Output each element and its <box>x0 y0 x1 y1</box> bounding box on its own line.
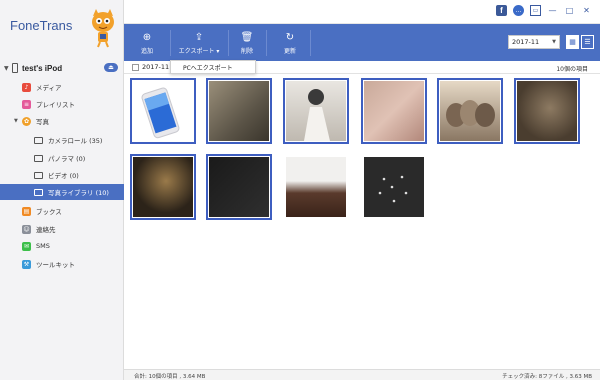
add-button-label: 追加 <box>140 47 153 55</box>
camera-icon <box>34 136 43 144</box>
export-button[interactable]: ⇪ エクスポート ▾ <box>176 27 222 59</box>
kittens-photo-icon <box>446 100 495 127</box>
playlist-icon: ≡ <box>22 99 31 109</box>
camera-icon <box>34 171 43 179</box>
eject-icon[interactable]: ⏏ <box>104 63 118 72</box>
feedback-icon[interactable]: ▭ <box>530 5 541 16</box>
sidebar-item-panorama[interactable]: パノラマ (0) <box>0 150 124 166</box>
trash-icon: 🗑 <box>240 31 254 43</box>
toolbar: ⊕ 追加 ⇪ エクスポート ▾ 🗑 削除 ↻ 更新 2017-11 ▼ ▦ ☰ <box>124 24 600 61</box>
sidebar-item-label: 写真 <box>36 118 49 126</box>
plus-circle-icon: ⊕ <box>142 31 152 43</box>
expand-arrow-icon[interactable]: ▼ <box>4 65 12 72</box>
list-view-icon[interactable]: ☰ <box>581 35 594 49</box>
toolbar-divider <box>170 30 171 56</box>
music-note-icon: ♪ <box>22 82 31 92</box>
photo-thumbnail[interactable] <box>361 78 427 144</box>
toolkit-icon: ⚒ <box>22 259 31 269</box>
sidebar-item-label: メディア <box>36 84 62 92</box>
book-icon: ▤ <box>22 206 31 216</box>
maximize-icon[interactable]: □ <box>564 5 575 16</box>
refresh-icon: ↻ <box>285 31 295 43</box>
toolbar-divider <box>228 30 229 56</box>
status-checked: チェック済み: 8ファイル , 3.63 MB <box>502 374 592 380</box>
grid-view-icon[interactable]: ▦ <box>566 35 579 49</box>
export-label-text: エクスポート <box>178 47 215 55</box>
app-logo-text: FoneTrans <box>10 18 73 33</box>
sidebar-item-label: SMS <box>36 242 50 250</box>
person-photo-icon <box>304 89 330 141</box>
photo-thumbnail[interactable] <box>364 157 424 217</box>
ipod-icon <box>12 63 18 73</box>
sidebar-item-label: 写真ライブラリ (10) <box>48 189 109 197</box>
photo-thumbnail[interactable] <box>206 154 272 220</box>
sidebar-item-label: 連絡先 <box>36 226 56 234</box>
camera-icon <box>34 154 43 162</box>
sidebar-item-photo-library[interactable]: 写真ライブラリ (10) <box>0 184 124 200</box>
sidebar-item-toolkit[interactable]: ⚒ ツールキット <box>0 256 124 272</box>
expand-arrow-icon[interactable]: ▼ <box>14 118 22 124</box>
sidebar-item-label: ブックス <box>36 208 62 216</box>
sidebar-item-playlists[interactable]: ≡ プレイリスト <box>0 96 124 112</box>
export-button-label: エクスポート ▾ <box>178 47 220 55</box>
sidebar: FoneTrans ▼ test's iPod ⏏ ♪ メディア ≡ プレイリス… <box>0 0 124 380</box>
delete-button[interactable]: 🗑 削除 <box>236 27 258 59</box>
photo-thumbnail[interactable] <box>206 78 272 144</box>
export-share-icon: ⇪ <box>194 31 204 43</box>
sidebar-item-books[interactable]: ▤ ブックス <box>0 203 124 219</box>
toolbar-divider <box>266 30 267 56</box>
chevron-down-icon: ▼ <box>552 39 556 45</box>
camera-icon <box>34 188 43 196</box>
photo-thumbnail[interactable] <box>437 78 503 144</box>
sidebar-item-camera-roll[interactable]: カメラロール (35) <box>0 132 124 148</box>
photo-thumbnail[interactable] <box>130 78 196 144</box>
device-row[interactable]: ▼ test's iPod ⏏ <box>4 61 120 75</box>
mascot-logo-icon <box>92 9 114 48</box>
photo-thumbnail[interactable] <box>283 78 349 144</box>
refresh-button-label: 更新 <box>283 47 296 55</box>
group-date: 2017-11 <box>142 63 170 71</box>
status-total: 合計: 10個の項目 , 3.64 MB <box>134 374 206 380</box>
sidebar-item-contacts[interactable]: ☺ 連絡先 <box>0 221 124 237</box>
sidebar-item-label: ツールキット <box>36 261 75 269</box>
select-all-checkbox[interactable] <box>132 64 139 71</box>
sidebar-item-photos[interactable]: ▼ ✿ 写真 <box>0 113 124 129</box>
sidebar-item-label: カメラロール (35) <box>48 137 103 145</box>
date-filter-value: 2017-11 <box>512 38 540 46</box>
sidebar-item-sms[interactable]: ✉ SMS <box>0 238 124 254</box>
close-icon[interactable]: ✕ <box>581 5 592 16</box>
sidebar-item-label: ビデオ (0) <box>48 172 79 180</box>
photo-thumbnail[interactable] <box>130 154 196 220</box>
photos-flower-icon: ✿ <box>22 116 31 126</box>
facebook-icon[interactable]: f <box>496 5 507 16</box>
status-bar: 合計: 10個の項目 , 3.64 MB チェック済み: 8ファイル , 3.6… <box>124 369 600 380</box>
group-count: 10個の項目 <box>556 66 588 73</box>
sidebar-item-label: プレイリスト <box>36 101 75 109</box>
title-bar: f … ▭ — □ ✕ <box>124 0 600 24</box>
add-button[interactable]: ⊕ 追加 <box>136 27 158 59</box>
refresh-button[interactable]: ↻ 更新 <box>278 27 302 59</box>
window-controls: f … ▭ — □ ✕ <box>496 5 592 16</box>
sidebar-item-media[interactable]: ♪ メディア <box>0 79 124 95</box>
chat-icon[interactable]: … <box>513 5 524 16</box>
device-name: test's iPod <box>22 63 63 73</box>
message-bubble-icon: ✉ <box>22 241 31 251</box>
contacts-icon: ☺ <box>22 224 31 234</box>
date-filter-select[interactable]: 2017-11 ▼ <box>508 35 560 49</box>
photo-thumbnail[interactable] <box>286 157 346 217</box>
delete-button-label: 削除 <box>240 47 253 55</box>
toolbar-divider <box>310 30 311 56</box>
sidebar-item-video[interactable]: ビデオ (0) <box>0 167 124 183</box>
sidebar-item-label: パノラマ (0) <box>48 155 86 163</box>
photo-thumbnail[interactable] <box>514 78 580 144</box>
minimize-icon[interactable]: — <box>547 5 558 16</box>
dots-photo-icon <box>378 175 408 203</box>
export-menu-item-to-pc[interactable]: PCへエクスポート <box>170 60 256 74</box>
phone-photo-icon <box>133 81 193 141</box>
